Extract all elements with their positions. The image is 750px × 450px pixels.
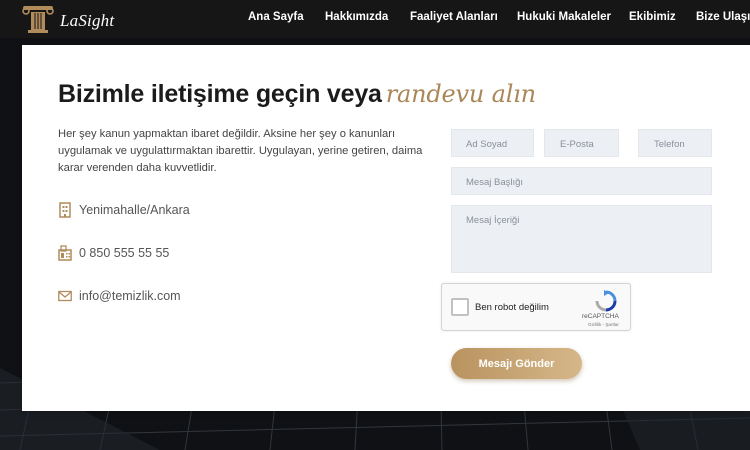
message-placeholder: Mesaj İçeriği bbox=[466, 215, 520, 226]
subject-placeholder: Mesaj Başlığı bbox=[466, 177, 524, 188]
nav-item-practice-areas[interactable]: Faaliyet Alanları bbox=[410, 11, 498, 23]
heading-accent: randevu alın bbox=[385, 80, 536, 108]
nav-item-about[interactable]: Hakkımızda bbox=[325, 11, 388, 23]
phone-input[interactable]: Telefon bbox=[638, 129, 712, 157]
nav-item-team[interactable]: Ekibimiz bbox=[629, 11, 676, 23]
phone-text[interactable]: 0 850 555 55 55 bbox=[79, 246, 169, 260]
address-row: Yenimahalle/Ankara bbox=[58, 200, 190, 220]
email-placeholder: E-Posta bbox=[560, 139, 594, 150]
recaptcha-checkbox[interactable] bbox=[451, 298, 469, 316]
email-text[interactable]: info@temizlik.com bbox=[79, 289, 181, 303]
fax-phone-icon bbox=[58, 245, 72, 261]
site-logo[interactable]: LaSight bbox=[18, 3, 118, 35]
contact-card: Bizimle iletişime geçin veya randevu alın… bbox=[22, 45, 750, 411]
recaptcha-links[interactable]: Gizlilik - Şartlar bbox=[588, 322, 619, 327]
email-row: info@temizlik.com bbox=[58, 286, 181, 306]
brand-name: LaSight bbox=[60, 11, 115, 30]
nav-item-articles[interactable]: Hukuki Makaleler bbox=[517, 11, 611, 23]
contact-heading: Bizimle iletişime geçin veya randevu alın bbox=[58, 80, 536, 109]
phone-placeholder: Telefon bbox=[654, 139, 685, 150]
recaptcha-brand: reCAPTCHA bbox=[582, 313, 619, 320]
nav-item-contact[interactable]: Bize Ulaşın bbox=[696, 11, 750, 23]
top-navigation-bar: LaSight Ana Sayfa Hakkımızda Faaliyet Al… bbox=[0, 0, 750, 38]
recaptcha-logo-icon bbox=[595, 290, 617, 312]
building-icon bbox=[59, 202, 71, 218]
contact-description: Her şey kanun yapmaktan ibaret değildir.… bbox=[58, 128, 423, 174]
nav-item-home[interactable]: Ana Sayfa bbox=[248, 11, 304, 23]
subject-input[interactable]: Mesaj Başlığı bbox=[451, 167, 712, 195]
send-message-button[interactable]: Mesajı Gönder bbox=[451, 348, 582, 379]
recaptcha-widget: Ben robot değilim reCAPTCHA Gizlilik - Ş… bbox=[441, 283, 631, 331]
address-text: Yenimahalle/Ankara bbox=[79, 203, 190, 217]
heading-text: Bizimle iletişime geçin veya bbox=[58, 80, 382, 108]
message-textarea[interactable]: Mesaj İçeriği bbox=[451, 205, 712, 273]
phone-row: 0 850 555 55 55 bbox=[58, 243, 169, 263]
recaptcha-label: Ben robot değilim bbox=[475, 302, 549, 313]
name-input[interactable]: Ad Soyad bbox=[451, 129, 534, 157]
column-logo-icon bbox=[22, 6, 54, 33]
email-input[interactable]: E-Posta bbox=[544, 129, 619, 157]
envelope-icon bbox=[58, 290, 72, 302]
name-placeholder: Ad Soyad bbox=[466, 139, 508, 150]
